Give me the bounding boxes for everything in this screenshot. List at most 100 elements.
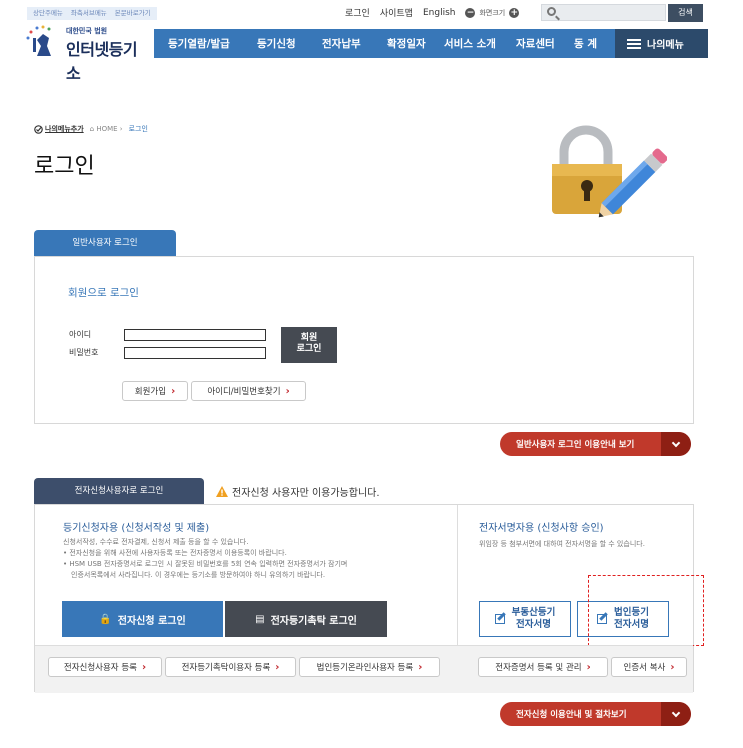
utility-links: 로그인 사이트맵 English − 화면크기 +: [345, 6, 520, 19]
skip-link-top[interactable]: 상단주메뉴: [33, 9, 63, 18]
realestate-sign-line2: 전자서명: [516, 619, 551, 630]
zoom-label: 화면크기: [479, 8, 506, 17]
chevron-right-icon: ›: [171, 385, 176, 397]
applicant-description: 신청서작성, 수수료 전자결제, 신청서 제출 등을 할 수 있습니다. • 전…: [63, 537, 453, 581]
realestate-sign-button[interactable]: 부동산등기 전자서명: [479, 601, 571, 637]
lock-illustration-icon: [552, 125, 667, 218]
corp-online-register-button[interactable]: 법인등기온라인사용자 등록 ›: [299, 657, 440, 677]
signup-label: 회원가입: [134, 387, 167, 397]
signup-button[interactable]: 회원가입 ›: [122, 381, 188, 401]
password-field[interactable]: [124, 347, 266, 359]
e-trust-user-register-button[interactable]: 전자등기촉탁이용자 등록 ›: [165, 657, 296, 677]
e-apply-panel: 등기신청자용 (신청서작성 및 제출) 신청서작성, 수수료 전자결제, 신청서…: [34, 504, 704, 693]
nav-item-view-issue[interactable]: 등기열람/발급: [168, 36, 230, 51]
e-cert-manage-label: 전자증명서 등록 및 관리: [495, 663, 582, 673]
site-logo[interactable]: 대한민국 법원 인터넷등기소: [23, 24, 143, 83]
e-apply-guide-label: 전자신청 이용안내 및 절차보기: [516, 710, 627, 720]
hamburger-icon: [627, 38, 641, 49]
add-my-menu-label: 나의메뉴추가: [45, 125, 84, 133]
court-emblem-icon: [26, 25, 51, 56]
key-icon: 🔒: [99, 613, 112, 625]
general-guide-button[interactable]: 일반사용자 로그인 이용안내 보기: [500, 432, 691, 456]
e-apply-user-register-button[interactable]: 전자신청사용자 등록 ›: [48, 657, 162, 677]
chevron-right-icon: ›: [275, 661, 280, 673]
cert-copy-label: 인증서 복사: [623, 663, 666, 673]
general-login-heading: 회원으로 로그인: [68, 287, 139, 299]
nav-item-service[interactable]: 서비스 소개: [444, 36, 496, 51]
applicant-desc-line: 신청서작성, 수수료 전자결제, 신청서 제출 등을 할 수 있습니다.: [63, 538, 249, 546]
document-icon: ▤: [255, 613, 265, 625]
e-trust-login-button[interactable]: ▤ 전자등기촉탁 로그인: [225, 601, 387, 637]
chevron-right-icon: ›: [141, 661, 147, 673]
warning-icon: [216, 486, 228, 497]
breadcrumb-home-label: HOME: [96, 125, 118, 133]
e-apply-notice: 전자신청 사용자만 이용가능합니다.: [216, 484, 380, 499]
e-cert-manage-button[interactable]: 전자증명서 등록 및 관리 ›: [478, 657, 608, 677]
member-login-line2: 로그인: [296, 344, 322, 354]
id-field[interactable]: [124, 329, 266, 341]
chevron-right-icon: ›: [285, 385, 290, 397]
applicant-heading: 등기신청자용 (신청서작성 및 제출): [63, 523, 210, 534]
e-apply-notice-text: 전자신청 사용자만 이용가능합니다.: [232, 488, 380, 499]
e-apply-user-register-label: 전자신청사용자 등록: [63, 663, 137, 673]
signer-heading: 전자서명자용 (신청사항 승인): [479, 523, 604, 534]
nav-item-stats[interactable]: 동 계: [574, 36, 597, 51]
chevron-down-icon: [661, 702, 691, 726]
skip-link-left[interactable]: 좌측서브메뉴: [71, 9, 107, 18]
applicant-desc-line: 인증서목록에서 사라집니다. 이 경우에는 등기소를 방문하여야 하니 유의하기…: [71, 571, 326, 579]
e-trust-user-register-label: 전자등기촉탁이용자 등록: [181, 663, 271, 673]
search-button[interactable]: 검색: [668, 4, 703, 22]
realestate-sign-line1: 부동산등기: [511, 607, 556, 618]
zoom-control: − 화면크기 +: [465, 7, 520, 18]
my-menu-button[interactable]: 나의메뉴: [615, 29, 708, 58]
page-title: 로그인: [34, 154, 95, 179]
find-account-label: 아이디/비밀번호찾기: [207, 387, 281, 397]
logo-court-text: 대한민국 법원: [66, 27, 108, 35]
applicant-desc-line: • 전자신청을 위해 사전에 사용자등록 또는 전자증명서 이용등록이 바랍니다…: [63, 549, 287, 557]
add-my-menu-link[interactable]: 나의메뉴추가: [34, 124, 84, 134]
chevron-right-icon: ›: [586, 661, 591, 673]
zoom-out-icon[interactable]: −: [465, 7, 476, 18]
sitemap-link[interactable]: 사이트맵: [380, 6, 413, 19]
skip-links: 상단주메뉴 좌측서브메뉴 본문바로가기: [27, 7, 157, 20]
edit-icon: [494, 614, 505, 624]
tab-e-apply-login[interactable]: 전자신청사용자로 로그인: [34, 478, 204, 505]
zoom-in-icon[interactable]: +: [509, 7, 520, 18]
main-nav: 등기열람/발급 등기신청 전자납부 확정일자 서비스 소개 자료센터 동 계 나…: [154, 29, 708, 58]
member-login-button[interactable]: 회원 로그인: [281, 327, 337, 363]
highlight-box: [588, 575, 704, 646]
signer-description: 위임장 등 첨부서면에 대하여 전자서명을 할 수 있습니다.: [479, 540, 645, 548]
member-login-line1: 회원: [300, 333, 318, 343]
breadcrumb: 나의메뉴추가 ⌂ HOME › 로그인: [34, 124, 148, 134]
search-input[interactable]: [541, 4, 666, 21]
logo-site-name: 인터넷등기소: [66, 40, 138, 83]
nav-item-fixed-date[interactable]: 확정일자: [387, 36, 426, 51]
general-guide-label: 일반사용자 로그인 이용안내 보기: [516, 440, 635, 450]
e-apply-guide-button[interactable]: 전자신청 이용안내 및 절차보기: [500, 702, 691, 726]
my-menu-label: 나의메뉴: [647, 40, 684, 51]
breadcrumb-home[interactable]: ⌂ HOME ›: [90, 125, 123, 133]
chevron-down-icon: [661, 432, 691, 456]
nav-item-epay[interactable]: 전자납부: [322, 36, 361, 51]
cert-copy-button[interactable]: 인증서 복사 ›: [611, 657, 687, 677]
applicant-desc-line: • HSM USB 전자증명서로 로그인 시 잘못된 비밀번호를 5회 연속 입…: [63, 560, 348, 568]
login-link[interactable]: 로그인: [345, 6, 370, 19]
tab-general-login[interactable]: 일반사용자 로그인: [34, 230, 176, 257]
e-apply-login-label: 전자신청 로그인: [117, 615, 186, 627]
corp-online-register-label: 법인등기온라인사용자 등록: [316, 663, 414, 673]
chevron-right-icon: ›: [418, 661, 423, 673]
check-circle-icon: [34, 124, 43, 134]
general-login-panel: 회원으로 로그인 아이디 비밀번호 회원 로그인 회원가입 › 아이디/비밀번호찾…: [34, 256, 694, 424]
nav-item-data-center[interactable]: 자료센터: [516, 36, 555, 51]
find-account-button[interactable]: 아이디/비밀번호찾기 ›: [191, 381, 306, 401]
breadcrumb-current: 로그인: [128, 125, 148, 133]
english-link[interactable]: English: [423, 8, 456, 18]
chevron-right-icon: ›: [670, 661, 675, 673]
skip-link-content[interactable]: 본문바로가기: [115, 9, 151, 18]
password-label: 비밀번호: [69, 348, 99, 357]
e-trust-login-label: 전자등기촉탁 로그인: [270, 615, 357, 627]
id-label: 아이디: [69, 330, 92, 339]
nav-item-apply[interactable]: 등기신청: [257, 36, 296, 51]
e-apply-login-button[interactable]: 🔒 전자신청 로그인: [62, 601, 223, 637]
search-icon: [547, 7, 556, 16]
